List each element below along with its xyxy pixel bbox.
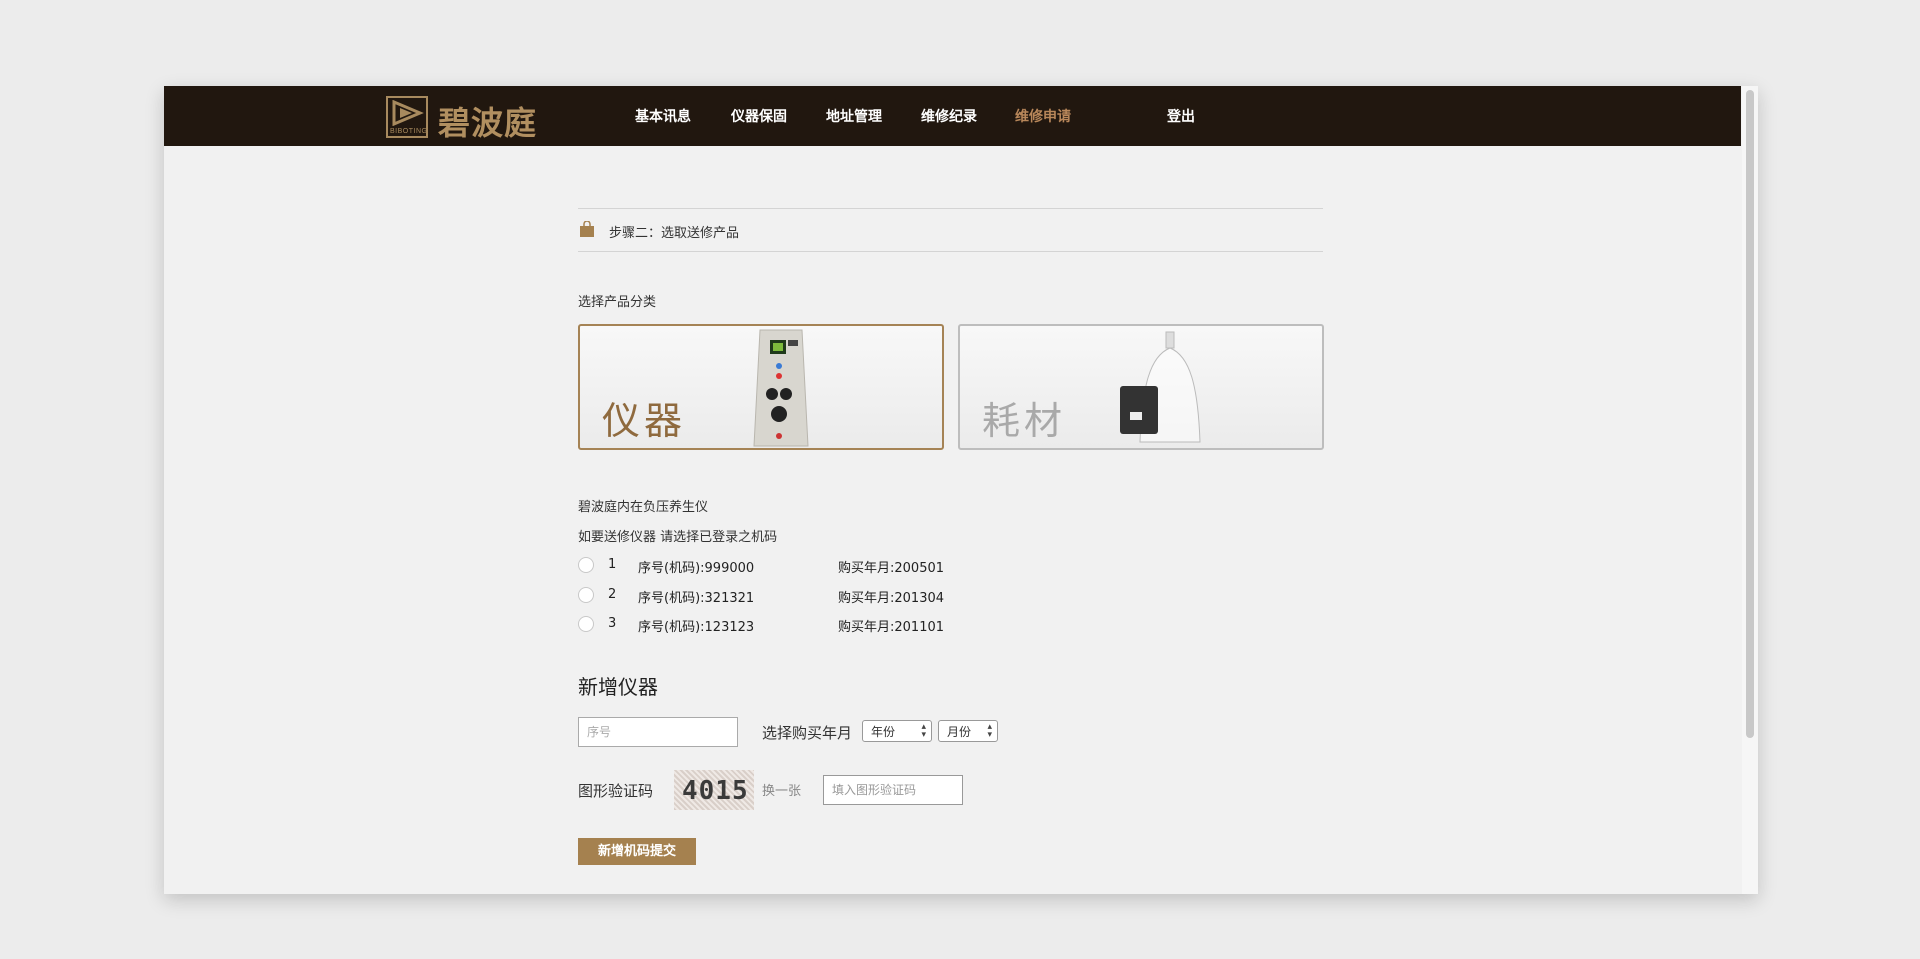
device-radio[interactable]: [578, 616, 594, 632]
vertical-scrollbar[interactable]: [1742, 86, 1758, 894]
add-device-heading: 新增仪器: [578, 675, 658, 699]
category-instrument-title: 仪器: [602, 399, 687, 443]
device-row-number: 3: [608, 616, 617, 631]
browser-page: BIBOTING 碧波庭 基本讯息 仪器保固 地址管理 维修纪录 维修申请 登出…: [164, 86, 1758, 894]
category-label: 选择产品分类: [578, 295, 657, 310]
logo-text: 碧波庭: [438, 104, 538, 142]
nav-logout[interactable]: 登出: [1167, 106, 1195, 126]
purchase-date-label: 选择购买年月: [762, 724, 853, 742]
select-arrows-icon: ▴ ▾: [921, 722, 926, 740]
device-radio[interactable]: [578, 557, 594, 573]
month-select-value: 月份: [947, 725, 972, 739]
top-navbar: BIBOTING 碧波庭 基本讯息 仪器保固 地址管理 维修纪录 维修申请 登出: [164, 86, 1741, 146]
scrollbar-thumb[interactable]: [1746, 90, 1754, 738]
logo-subtext: BIBOTING: [390, 128, 428, 135]
submit-serial-button[interactable]: 新增机码提交: [578, 838, 696, 865]
serial-input[interactable]: [578, 717, 738, 747]
device-row-number: 2: [608, 587, 617, 602]
step-text: 步骤二：选取送修产品: [609, 226, 740, 241]
device-row-date: 购买年月:201101: [838, 620, 945, 635]
device-row-date: 购买年月:200501: [838, 561, 945, 576]
nav-repair-request[interactable]: 维修申请: [1015, 106, 1071, 126]
captcha-refresh-link[interactable]: 换一张: [762, 780, 801, 799]
captcha-image: 4015: [674, 770, 754, 810]
nav-warranty[interactable]: 仪器保固: [731, 106, 787, 126]
shopping-bag-icon: [580, 221, 594, 237]
select-arrows-icon: ▴ ▾: [987, 722, 992, 740]
device-radio[interactable]: [578, 587, 594, 603]
device-hint: 如要送修仪器 请选择已登录之机码: [578, 530, 778, 545]
device-row[interactable]: 1 序号(机码):999000 购买年月:200501: [578, 555, 1078, 576]
year-select-value: 年份: [871, 725, 896, 739]
month-select[interactable]: 月份 ▴ ▾: [938, 720, 998, 742]
captcha-code: 4015: [682, 776, 749, 806]
device-row-serial: 序号(机码):321321: [638, 591, 755, 606]
nav-repair-records[interactable]: 维修纪录: [921, 106, 977, 126]
category-consumable-title: 耗材: [982, 399, 1067, 443]
category-instrument-card[interactable]: 仪器: [578, 324, 944, 450]
nav-basic-info[interactable]: 基本讯息: [635, 106, 691, 126]
device-row[interactable]: 3 序号(机码):123123 购买年月:201101: [578, 614, 1078, 635]
captcha-input[interactable]: [823, 775, 963, 805]
logo-mark-icon: BIBOTING: [386, 96, 428, 138]
category-consumable-card[interactable]: 耗材: [958, 324, 1324, 450]
captcha-label: 图形验证码: [578, 782, 654, 800]
logo[interactable]: BIBOTING 碧波庭: [386, 96, 546, 142]
device-row[interactable]: 2 序号(机码):321321 购买年月:201304: [578, 585, 1078, 606]
year-select[interactable]: 年份 ▴ ▾: [862, 720, 932, 742]
device-row-serial: 序号(机码):123123: [638, 620, 755, 635]
device-row-date: 购买年月:201304: [838, 591, 945, 606]
device-row-serial: 序号(机码):999000: [638, 561, 755, 576]
step-bar: 步骤二：选取送修产品: [578, 208, 1323, 252]
nav-address[interactable]: 地址管理: [826, 106, 882, 126]
device-row-number: 1: [608, 557, 617, 572]
device-name: 碧波庭内在负压养生仪: [578, 500, 709, 515]
